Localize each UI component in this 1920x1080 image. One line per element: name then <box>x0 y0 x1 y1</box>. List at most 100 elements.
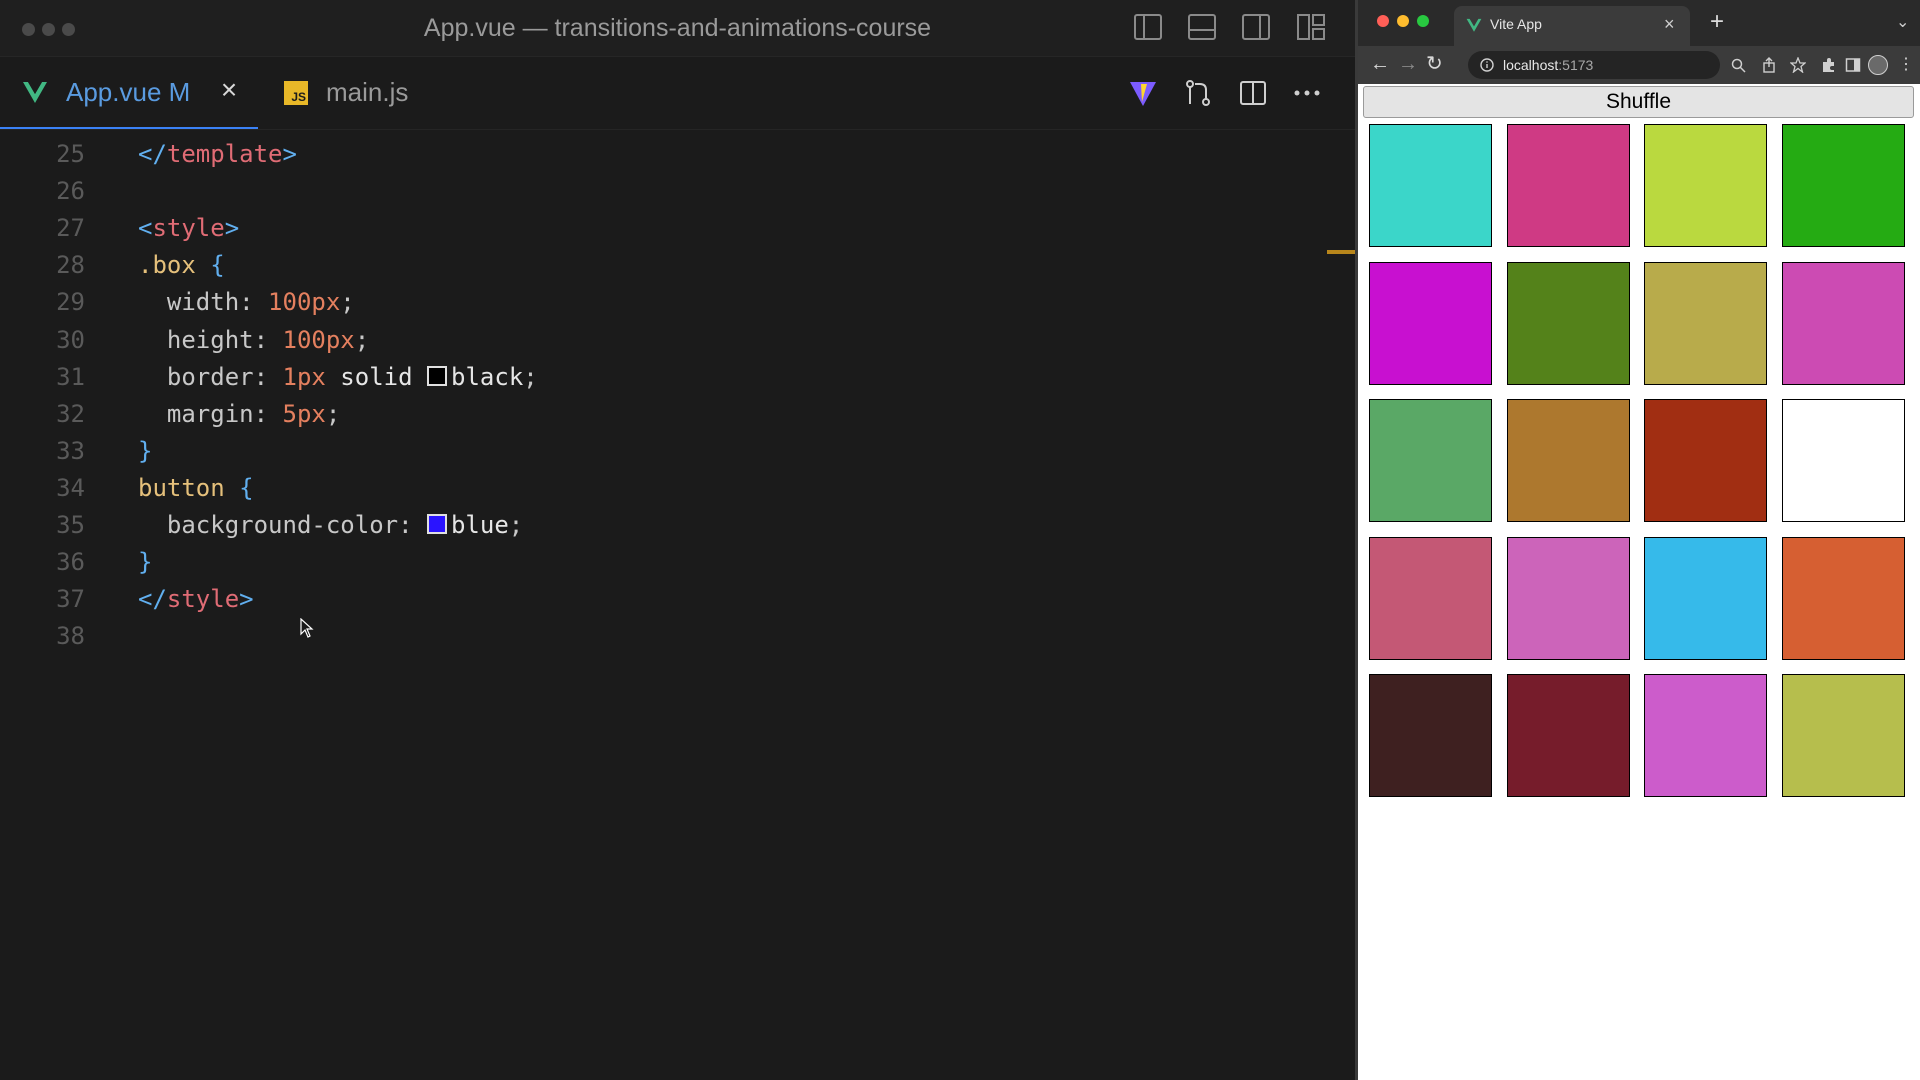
code-text: } <box>138 548 152 576</box>
split-editor-icon[interactable] <box>1238 78 1268 108</box>
browser-menu-kebab-icon[interactable]: ⋮ <box>1898 54 1914 76</box>
code-text: background-color: blue; <box>138 511 523 539</box>
code-token: 100px <box>282 325 355 354</box>
tab-main-js[interactable]: JS main.js <box>280 57 430 129</box>
modified-indicator: M <box>168 77 191 107</box>
vue-favicon-icon <box>1466 18 1482 32</box>
toggle-primary-sidebar-icon[interactable] <box>1134 14 1162 40</box>
code-token: } <box>138 436 153 465</box>
line-number: 34 <box>56 473 85 502</box>
code-token: </ <box>138 585 167 614</box>
tab-app-vue[interactable]: App.vue M × <box>0 57 258 129</box>
line-number: 25 <box>56 140 85 168</box>
color-box <box>1781 261 1905 385</box>
color-box <box>1781 536 1905 660</box>
code-line: 32 margin: 5px; <box>0 400 1300 437</box>
color-swatch[interactable] <box>427 365 448 386</box>
code-token: > <box>224 214 240 243</box>
toggle-panel-icon[interactable] <box>1188 14 1216 40</box>
browser-toolbar: ← → ↻ localhost:5173 ⋮ <box>1358 46 1920 84</box>
code-token: blue <box>450 511 509 539</box>
bookmark-star-icon[interactable] <box>1790 57 1806 73</box>
line-number: 35 <box>56 511 85 539</box>
forward-arrow-icon[interactable]: → <box>1398 53 1418 75</box>
color-box <box>1506 399 1630 522</box>
color-box <box>1506 261 1630 385</box>
tab-search-chevron-icon[interactable]: ⌄ <box>1896 12 1909 32</box>
code-token: template <box>166 140 283 168</box>
code-line: 26 <box>0 177 1300 214</box>
color-box <box>1781 124 1905 247</box>
browser-close-button[interactable] <box>1377 15 1389 27</box>
line-number: 29 <box>56 288 85 317</box>
code-token: </ <box>138 140 167 168</box>
code-token: ; <box>340 288 355 317</box>
color-box <box>1644 674 1767 797</box>
profile-avatar[interactable] <box>1868 55 1888 75</box>
code-token: { <box>210 251 225 280</box>
share-icon[interactable] <box>1762 57 1776 73</box>
code-text: .box { <box>138 251 225 279</box>
browser-tab-vite-app[interactable]: Vite App × <box>1454 6 1690 46</box>
side-panel-icon[interactable] <box>1845 57 1861 73</box>
code-token: > <box>282 140 297 168</box>
code-token: ; <box>523 362 538 391</box>
vue-file-icon <box>23 82 47 103</box>
code-token: style <box>166 585 240 614</box>
reload-icon[interactable]: ↻ <box>1426 53 1443 75</box>
back-arrow-icon[interactable]: ← <box>1370 53 1390 75</box>
color-box <box>1506 124 1630 247</box>
color-box <box>1644 261 1767 385</box>
color-swatch[interactable] <box>426 514 447 534</box>
code-line: 31 border: 1px solid black; <box>0 363 1300 400</box>
vite-icon[interactable] <box>1128 78 1158 108</box>
shuffle-button[interactable]: Shuffle <box>1363 86 1914 118</box>
code-editor-window: App.vue — transitions-and-animations-cou… <box>0 0 1355 1080</box>
line-number: 37 <box>56 585 85 614</box>
code-token: ; <box>354 325 370 354</box>
line-number: 27 <box>56 214 85 243</box>
url-text: localhost:5173 <box>1503 57 1594 73</box>
color-box <box>1644 124 1767 247</box>
zoom-icon[interactable] <box>1731 58 1746 73</box>
toggle-secondary-sidebar-icon[interactable] <box>1242 14 1270 40</box>
new-tab-button[interactable]: + <box>1710 10 1724 34</box>
extensions-puzzle-icon[interactable] <box>1821 57 1837 73</box>
code-line: 34 button { <box>0 474 1300 511</box>
code-text: <style> <box>138 214 239 242</box>
code-token: style <box>152 214 225 243</box>
line-number: 38 <box>56 622 85 651</box>
address-bar[interactable]: localhost:5173 <box>1468 51 1720 79</box>
line-number: 32 <box>56 399 85 428</box>
color-box <box>1506 674 1630 797</box>
web-page-viewport: Shuffle <box>1358 84 1920 1080</box>
code-line: 25 </template> <box>0 140 1300 177</box>
more-actions-icon[interactable] <box>1292 78 1322 108</box>
code-line: 35 background-color: blue; <box>0 511 1300 548</box>
code-token: border: <box>138 362 283 391</box>
customize-layout-icon[interactable] <box>1297 14 1325 40</box>
color-box <box>1369 261 1492 385</box>
code-text: } <box>138 437 152 465</box>
code-text: border: 1px solid black; <box>138 363 538 391</box>
code-line: 28 .box { <box>0 251 1300 288</box>
close-tab-icon[interactable]: × <box>1664 14 1675 35</box>
browser-minimize-button[interactable] <box>1397 15 1409 27</box>
close-tab-icon[interactable]: × <box>218 76 240 104</box>
line-number: 28 <box>56 251 85 280</box>
browser-zoom-button[interactable] <box>1417 15 1429 27</box>
code-text: button { <box>138 474 254 502</box>
line-number: 30 <box>56 325 85 354</box>
color-box <box>1644 536 1767 660</box>
code-token: < <box>138 214 153 243</box>
color-box <box>1369 124 1492 247</box>
code-token: .box <box>138 251 196 280</box>
code-editor[interactable]: 25 </template> 26 27 <style> 28 .box {29 width… <box>0 140 1330 1080</box>
overview-ruler-marker <box>1327 250 1355 254</box>
browser-window: Vite App × + ⌄ ← → ↻ localhost:5173 ⋮ Sh… <box>1355 0 1920 1080</box>
code-token: } <box>138 548 153 577</box>
site-info-icon[interactable] <box>1480 58 1494 72</box>
open-changes-icon[interactable] <box>1183 78 1213 108</box>
